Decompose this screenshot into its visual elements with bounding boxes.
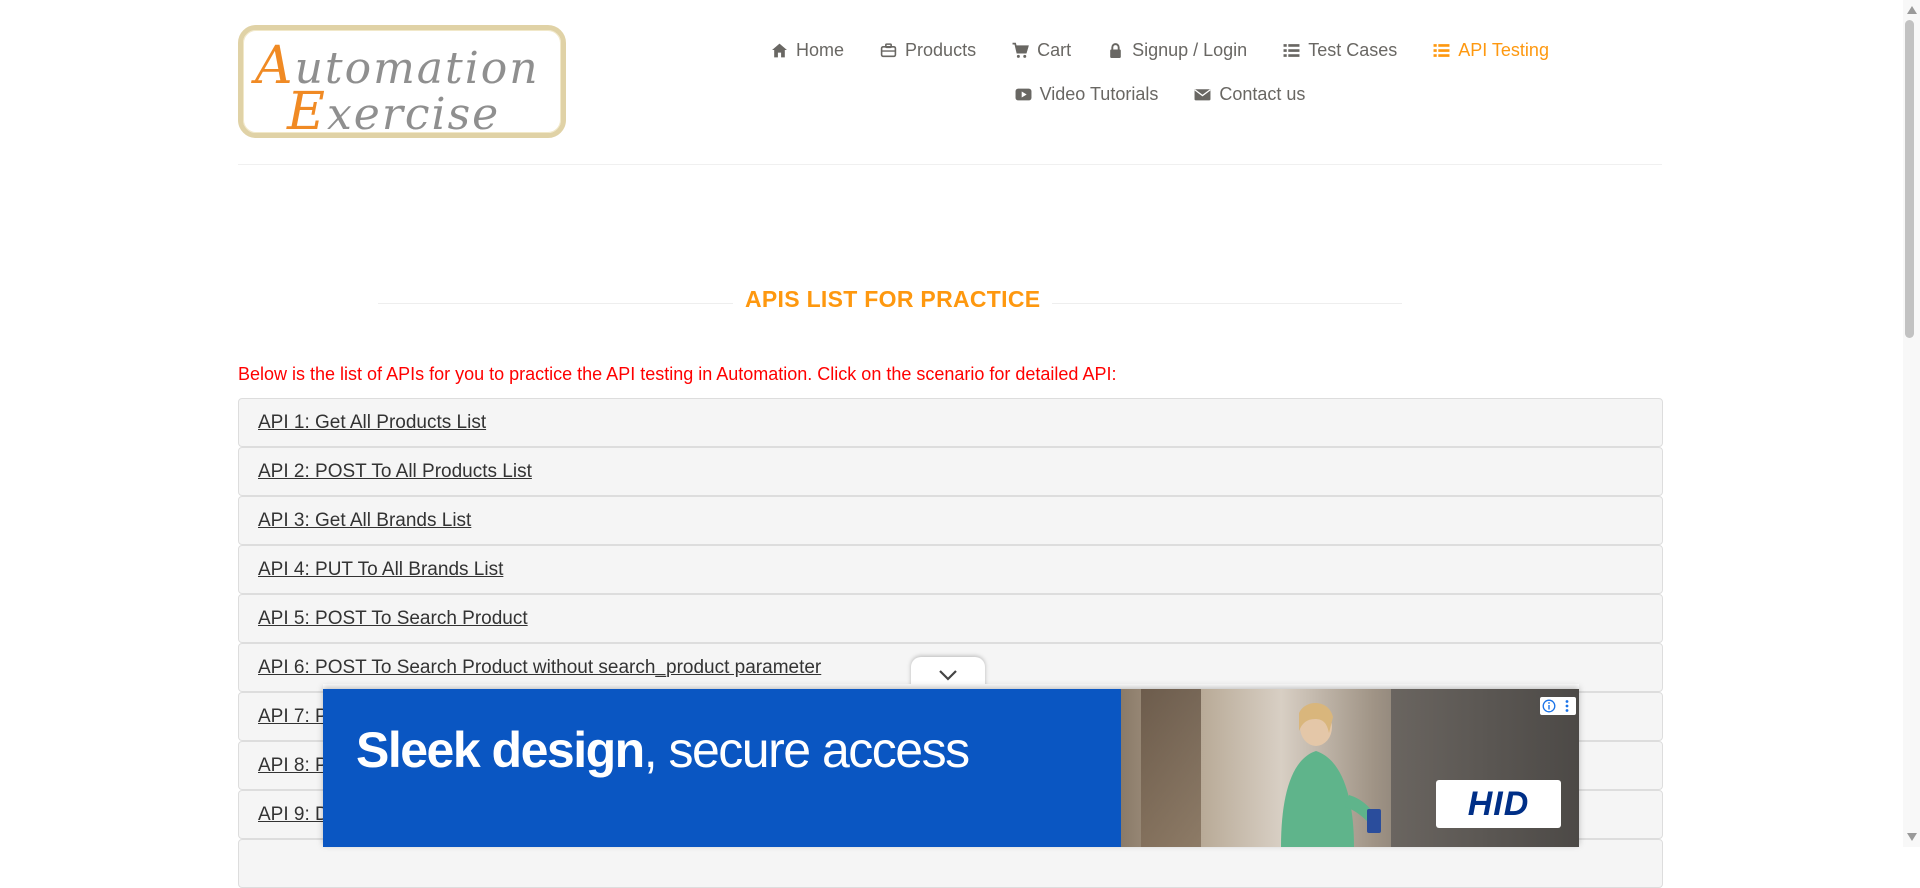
page-title: APIS LIST FOR PRACTICE: [733, 286, 1053, 313]
more-options-icon[interactable]: [1560, 699, 1574, 713]
scrollbar-thumb[interactable]: [1905, 20, 1914, 338]
api-item-4[interactable]: API 4: PUT To All Brands List: [238, 545, 1663, 594]
ad-choices[interactable]: [1540, 697, 1576, 715]
logo-line-2: Exercise: [287, 82, 500, 142]
api-item-link[interactable]: API 5: POST To Search Product: [258, 608, 528, 630]
site-logo[interactable]: Automation Exercise: [238, 25, 566, 142]
cart-icon: [1012, 42, 1029, 58]
api-item-5[interactable]: API 5: POST To Search Product: [238, 594, 1663, 643]
nav-contact-us-label: Contact us: [1219, 83, 1306, 104]
nav-home[interactable]: Home: [771, 36, 844, 64]
api-item-link[interactable]: API 4: PUT To All Brands List: [258, 559, 503, 581]
nav-contact-us[interactable]: Contact us: [1194, 80, 1305, 108]
main-nav: Home Products Cart Signup / Login Test C…: [700, 36, 1620, 108]
ad-photo-door: [1141, 689, 1201, 847]
api-item-1[interactable]: API 1: Get All Products List: [238, 398, 1663, 447]
nav-video-tutorials[interactable]: Video Tutorials: [1015, 80, 1159, 108]
api-item-link[interactable]: API 7: P: [258, 706, 328, 728]
api-item-link[interactable]: API 8: P: [258, 755, 328, 777]
list-icon: [1283, 43, 1300, 57]
nav-products[interactable]: Products: [880, 36, 976, 64]
list-icon: [1433, 43, 1450, 57]
nav-video-tutorials-label: Video Tutorials: [1039, 83, 1159, 104]
info-icon[interactable]: [1542, 699, 1556, 713]
nav-test-cases[interactable]: Test Cases: [1283, 36, 1397, 64]
nav-signup-login-label: Signup / Login: [1132, 39, 1248, 60]
ad-photo-person: [1281, 702, 1381, 847]
nav-home-label: Home: [796, 39, 845, 60]
home-icon: [772, 43, 787, 57]
envelope-icon: [1194, 88, 1211, 100]
ad-banner[interactable]: Sleek design, secure access: [323, 689, 1579, 847]
api-item-link[interactable]: API 2: POST To All Products List: [258, 461, 532, 483]
hid-logo-text: HID: [1467, 784, 1530, 823]
nav-signup-login[interactable]: Signup / Login: [1107, 36, 1247, 64]
scroll-up-arrow[interactable]: [1907, 6, 1917, 14]
nav-cart[interactable]: Cart: [1012, 36, 1071, 64]
scroll-down-arrow[interactable]: [1907, 833, 1917, 841]
ad-headline-rest: , secure access: [643, 722, 970, 778]
api-item-link[interactable]: API 3: Get All Brands List: [258, 510, 471, 532]
api-item-2[interactable]: API 2: POST To All Products List: [238, 447, 1663, 496]
header-divider: [238, 164, 1662, 165]
ad-headline: Sleek design, secure access: [356, 721, 970, 779]
chevron-down-icon: [939, 670, 957, 681]
api-item-link[interactable]: API 6: POST To Search Product without se…: [258, 657, 821, 679]
youtube-icon: [1015, 88, 1032, 100]
api-item-link[interactable]: API 1: Get All Products List: [258, 412, 486, 434]
briefcase-icon: [880, 42, 897, 57]
hid-logo: HID: [1436, 780, 1561, 828]
logo-text-exercise: xercise: [326, 89, 501, 140]
api-item-link[interactable]: API 9: D: [258, 804, 329, 826]
logo-capital-e: E: [287, 82, 327, 142]
nav-api-testing[interactable]: API Testing: [1433, 36, 1549, 64]
intro-text: Below is the list of APIs for you to pra…: [238, 364, 1117, 384]
lock-icon: [1110, 42, 1121, 58]
nav-cart-label: Cart: [1037, 39, 1072, 60]
ad-headline-bold: Sleek design: [356, 722, 645, 778]
nav-products-label: Products: [905, 39, 977, 60]
api-item-3[interactable]: API 3: Get All Brands List: [238, 496, 1663, 545]
nav-api-testing-label: API Testing: [1458, 39, 1549, 60]
nav-test-cases-label: Test Cases: [1308, 39, 1398, 60]
